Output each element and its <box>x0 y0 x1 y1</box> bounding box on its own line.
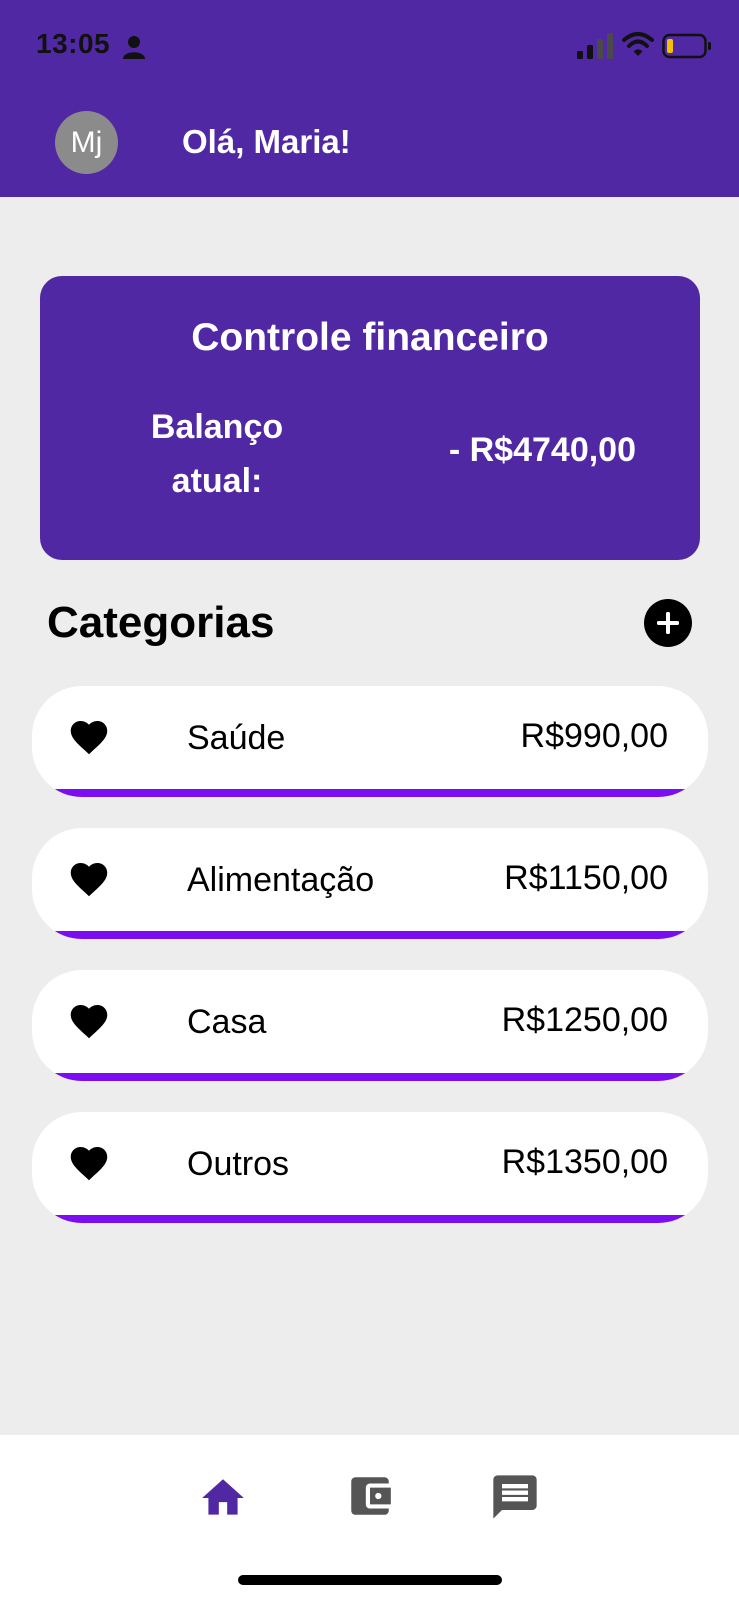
heart-icon <box>70 863 108 897</box>
category-accent-bar <box>32 789 708 797</box>
bottom-nav <box>0 1435 739 1600</box>
category-name: Outros <box>187 1145 290 1183</box>
person-icon <box>123 36 145 59</box>
signal-icon <box>577 33 613 59</box>
status-time: 13:05 <box>36 28 111 59</box>
balance-value: - R$4740,00 <box>448 431 636 469</box>
wifi-icon <box>622 32 654 56</box>
heart-icon <box>70 1147 108 1181</box>
category-name: Alimentação <box>187 861 375 899</box>
category-value: R$1150,00 <box>504 859 668 897</box>
home-screen: 13:05 Mj Olá, Maria! Controle financeiro… <box>0 0 739 1600</box>
category-card-outros[interactable]: Outros R$1350,00 <box>32 1112 708 1223</box>
plus-circle-icon <box>657 612 679 634</box>
category-accent-bar <box>32 931 708 939</box>
status-bar: 13:05 <box>0 0 739 90</box>
home-indicator <box>238 1575 502 1585</box>
balance-label: Balanço atual: <box>150 408 284 500</box>
heart-icon <box>70 1005 108 1039</box>
category-accent-bar <box>32 1215 708 1223</box>
greeting-text: Olá, Maria! <box>182 123 351 160</box>
home-icon[interactable] <box>198 1473 248 1523</box>
wallet-icon[interactable] <box>345 1471 395 1521</box>
category-name: Saúde <box>187 719 286 757</box>
avatar[interactable]: Mj <box>55 111 118 174</box>
header: 13:05 Mj Olá, Maria! <box>0 0 739 197</box>
battery-icon <box>662 33 711 59</box>
heart-icon <box>70 721 108 755</box>
categories-title: Categorias <box>47 598 275 647</box>
category-accent-bar <box>32 1073 708 1081</box>
category-card-alimentacao[interactable]: Alimentação R$1150,00 <box>32 828 708 939</box>
finance-card-title: Controle financeiro <box>191 316 549 359</box>
category-name: Casa <box>187 1003 267 1041</box>
finance-summary-card: Controle financeiro Balanço atual: - R$4… <box>40 276 700 560</box>
category-card-saude[interactable]: Saúde R$990,00 <box>32 686 708 797</box>
chat-icon[interactable] <box>489 1471 541 1523</box>
category-value: R$1250,00 <box>501 1001 668 1039</box>
category-card-casa[interactable]: Casa R$1250,00 <box>32 970 708 1081</box>
add-category-button[interactable] <box>644 599 692 647</box>
category-value: R$990,00 <box>520 717 668 755</box>
category-value: R$1350,00 <box>501 1143 668 1181</box>
